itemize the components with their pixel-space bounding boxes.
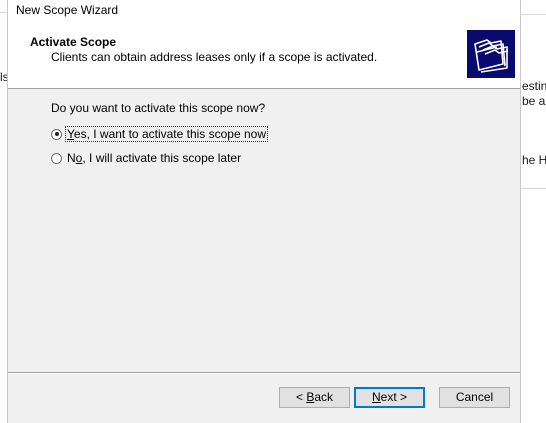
background-divider [521,14,546,15]
radio-activate-now[interactable]: Yes, I want to activate this scope now [51,126,269,142]
footer-divider-highlight [8,373,520,374]
background-text: he He [522,153,546,167]
page-subtitle: Clients can obtain address leases only i… [51,50,378,64]
background-text: esting [522,79,546,93]
background-divider [0,12,7,13]
window-title: New Scope Wizard [16,3,119,17]
wizard-header: Activate Scope Clients can obtain addres… [8,22,520,89]
radio-button-unchecked[interactable] [51,152,62,164]
accelerator-key: Y [67,127,74,141]
radio-button-checked[interactable] [51,128,62,140]
page-title: Activate Scope [30,35,117,49]
radio-activate-now-label: Yes, I want to activate this scope now [64,126,269,142]
next-button[interactable]: Next > [354,387,425,408]
activate-question: Do you want to activate this scope now? [51,101,266,115]
radio-activate-later[interactable]: No, I will activate this scope later [51,151,242,165]
new-scope-wizard-window: New Scope Wizard Activate Scope Clients … [7,0,521,423]
cancel-button[interactable]: Cancel [439,387,510,408]
back-button[interactable]: < Back [279,387,350,408]
background-divider [521,188,546,189]
background-text: be as [522,94,546,108]
title-bar[interactable]: New Scope Wizard [8,0,520,22]
radio-activate-later-label: No, I will activate this scope later [67,151,242,165]
folders-icon [467,30,515,78]
